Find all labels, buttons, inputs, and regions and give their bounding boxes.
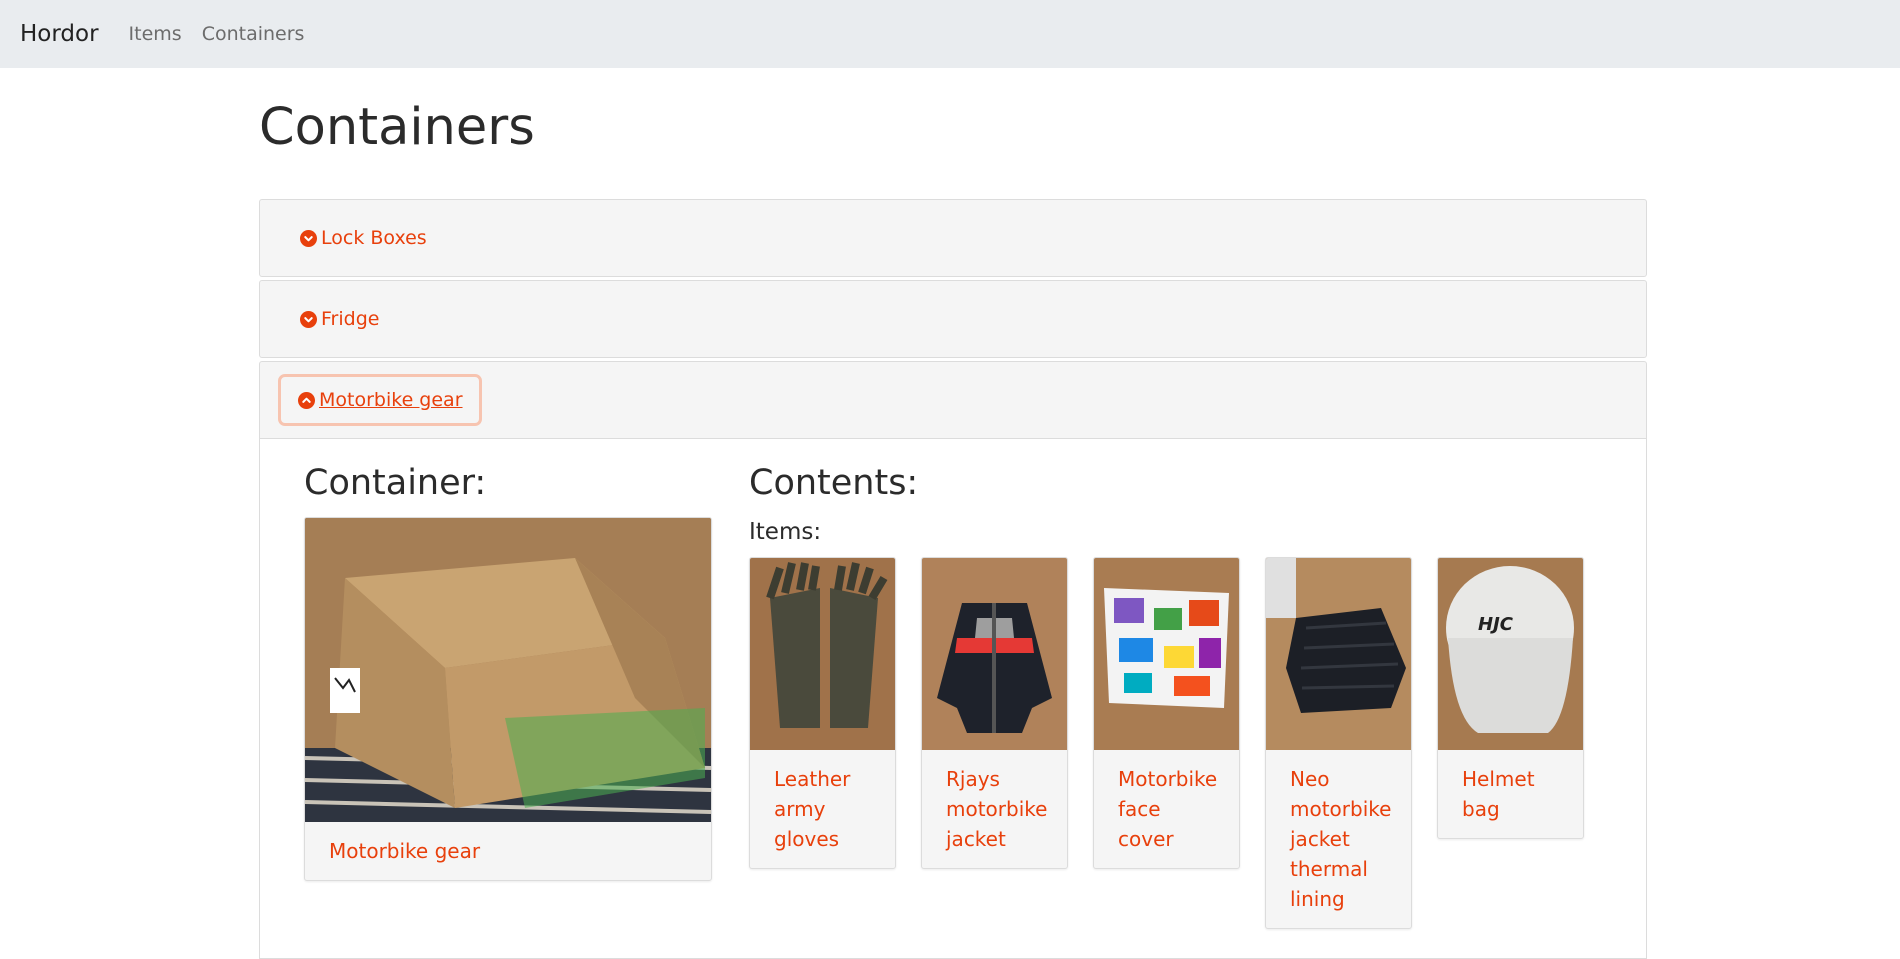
- item-link[interactable]: Rjays motorbike jacket: [946, 764, 1047, 854]
- accordion-label: Lock Boxes: [321, 227, 427, 249]
- item-card: Rjays motorbike jacket: [921, 557, 1068, 869]
- container-card-body: Motorbike gear: [305, 822, 711, 880]
- containers-accordion: Lock Boxes Fridge Motorbike gear Contain…: [259, 199, 1647, 959]
- item-link[interactable]: Leather army gloves: [774, 764, 871, 854]
- container-heading: Container:: [304, 463, 487, 503]
- page-title: Containers: [259, 98, 535, 157]
- item-card-body: Rjays motorbike jacket: [922, 750, 1067, 868]
- accordion-toggle-fridge[interactable]: Fridge: [300, 304, 379, 334]
- item-card: HJC Helmet bag: [1437, 557, 1584, 839]
- item-photo-helmet-bag[interactable]: HJC: [1438, 558, 1583, 750]
- nav-link-items[interactable]: Items: [129, 23, 182, 45]
- accordion-header-motorbike-gear: Motorbike gear: [259, 361, 1647, 439]
- item-card-body: Leather army gloves: [750, 750, 895, 868]
- top-navbar: Hordor Items Containers: [0, 0, 1900, 68]
- accordion-header-fridge: Fridge: [259, 280, 1647, 358]
- item-photo-gloves[interactable]: [750, 558, 895, 750]
- contents-heading: Contents:: [749, 463, 919, 503]
- items-label: Items:: [749, 519, 822, 545]
- accordion-toggle-motorbike-gear[interactable]: Motorbike gear: [278, 374, 482, 426]
- accordion-body-motorbike-gear: Container: Motorbike gear Contents: Item…: [259, 439, 1647, 959]
- accordion-header-lock-boxes: Lock Boxes: [259, 199, 1647, 277]
- container-card: Motorbike gear: [304, 517, 712, 881]
- item-card: Motorbike face cover: [1093, 557, 1240, 869]
- svg-text:HJC: HJC: [1478, 614, 1514, 635]
- item-card-body: Motorbike face cover: [1094, 750, 1239, 868]
- item-card-body: Neo motorbike jacket thermal lining: [1266, 750, 1411, 928]
- item-card: Leather army gloves: [749, 557, 896, 869]
- item-photo-jacket[interactable]: [922, 558, 1067, 750]
- item-photo-thermal-lining[interactable]: [1266, 558, 1411, 750]
- chevron-circle-down-icon: [300, 310, 317, 328]
- item-photo-face-cover[interactable]: [1094, 558, 1239, 750]
- item-card: Neo motorbike jacket thermal lining: [1265, 557, 1412, 929]
- nav-link-containers[interactable]: Containers: [202, 23, 305, 45]
- container-photo[interactable]: [305, 518, 711, 822]
- accordion-toggle-lock-boxes[interactable]: Lock Boxes: [300, 223, 427, 253]
- container-card-link[interactable]: Motorbike gear: [329, 836, 687, 866]
- item-link[interactable]: Helmet bag: [1462, 764, 1559, 824]
- chevron-circle-down-icon: [300, 229, 317, 247]
- item-card-body: Helmet bag: [1438, 750, 1583, 838]
- item-link[interactable]: Neo motorbike jacket thermal lining: [1290, 764, 1391, 914]
- brand-logo[interactable]: Hordor: [20, 21, 99, 47]
- main-content: Containers Lock Boxes Fridge Motorbike g…: [259, 68, 1647, 959]
- accordion-label: Motorbike gear: [319, 389, 463, 411]
- item-link[interactable]: Motorbike face cover: [1118, 764, 1217, 854]
- chevron-circle-up-icon: [298, 391, 315, 409]
- accordion-label: Fridge: [321, 308, 380, 330]
